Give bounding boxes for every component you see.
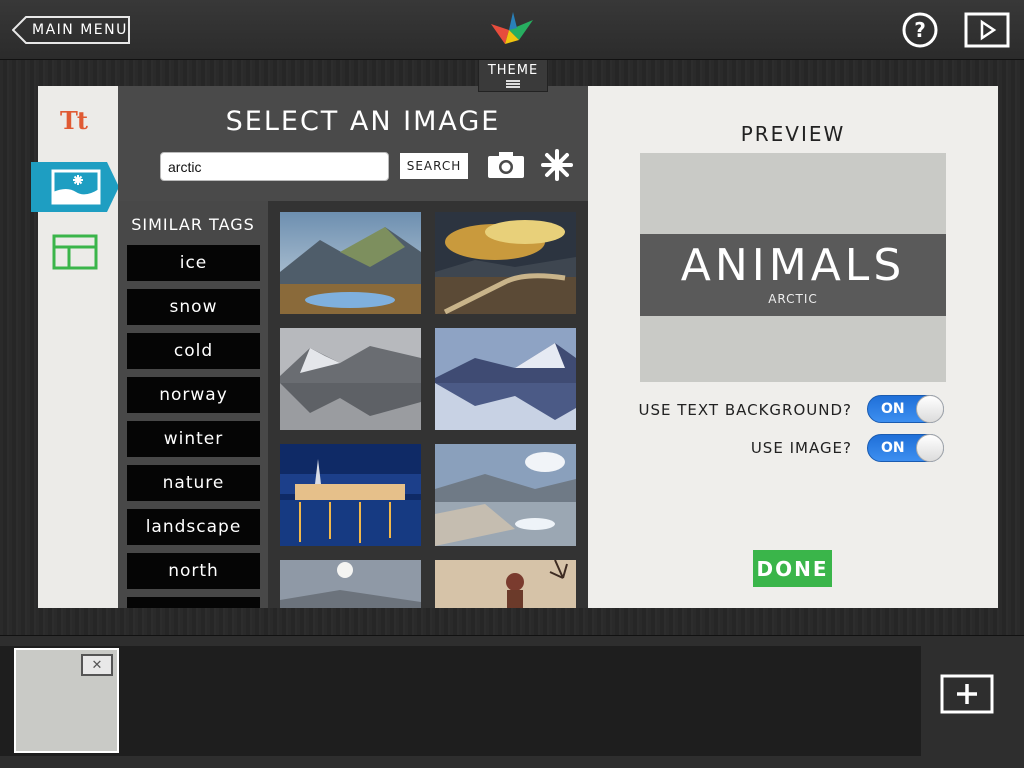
app-logo-icon xyxy=(491,12,533,44)
svg-text:?: ? xyxy=(914,18,926,42)
toggle-knob xyxy=(916,434,944,462)
main-menu-label: MAIN MENU xyxy=(32,22,128,38)
preview-canvas: ANIMALS ARCTIC xyxy=(640,153,946,382)
select-image-panel: SELECT AN IMAGE SEARCH SIMILAR TAGS ice … xyxy=(118,86,588,608)
toggle-knob xyxy=(916,395,944,423)
use-text-background-label: USE TEXT BACKGROUND? xyxy=(638,401,852,419)
page-thumbnail[interactable]: ✕ xyxy=(14,648,119,753)
menu-lines-icon xyxy=(506,80,520,88)
preview-title: ANIMALS xyxy=(680,240,906,291)
tag-landscape[interactable]: landscape xyxy=(127,509,260,545)
preview-subtitle: ARCTIC xyxy=(768,292,818,306)
similar-tags-header: SIMILAR TAGS xyxy=(131,215,255,234)
tag-partial[interactable] xyxy=(127,597,260,608)
use-image-label: USE IMAGE? xyxy=(750,439,852,457)
image-result[interactable] xyxy=(435,212,576,314)
search-input[interactable] xyxy=(160,152,389,181)
top-bar: MAIN MENU ? xyxy=(0,0,1024,60)
search-button[interactable]: SEARCH xyxy=(400,153,468,179)
layout-tool-icon[interactable] xyxy=(52,234,98,270)
toggle-state-label: ON xyxy=(881,401,905,417)
close-icon[interactable]: ✕ xyxy=(81,654,113,676)
sparkle-icon[interactable] xyxy=(540,148,574,182)
tag-cold[interactable]: cold xyxy=(127,333,260,369)
play-icon[interactable] xyxy=(964,12,1010,48)
theme-label: THEME xyxy=(487,63,539,78)
use-text-background-toggle[interactable]: ON xyxy=(867,395,944,423)
tag-ice[interactable]: ice xyxy=(127,245,260,281)
tag-norway[interactable]: norway xyxy=(127,377,260,413)
tag-nature[interactable]: nature xyxy=(127,465,260,501)
tag-winter[interactable]: winter xyxy=(127,421,260,457)
page-track xyxy=(0,646,921,756)
image-result[interactable] xyxy=(435,328,576,430)
image-result[interactable] xyxy=(280,444,421,546)
add-page-icon[interactable] xyxy=(940,674,994,714)
image-result[interactable] xyxy=(280,560,421,608)
camera-icon[interactable] xyxy=(487,151,525,179)
preview-label: PREVIEW xyxy=(740,122,846,146)
image-results-grid xyxy=(268,201,588,608)
image-result[interactable] xyxy=(280,212,421,314)
select-image-title: SELECT AN IMAGE xyxy=(225,106,501,137)
help-icon[interactable]: ? xyxy=(902,12,938,48)
tag-north[interactable]: north xyxy=(127,553,260,589)
done-button[interactable]: DONE xyxy=(753,550,832,587)
preview-text-background: ANIMALS ARCTIC xyxy=(640,234,946,316)
preview-panel: PREVIEW ANIMALS ARCTIC USE TEXT BACKGROU… xyxy=(588,86,998,608)
theme-tab[interactable]: THEME xyxy=(478,60,548,92)
tag-snow[interactable]: snow xyxy=(127,289,260,325)
image-result[interactable] xyxy=(435,560,576,608)
image-result[interactable] xyxy=(280,328,421,430)
toggle-state-label: ON xyxy=(881,440,905,456)
similar-tags-column: SIMILAR TAGS ice snow cold norway winter… xyxy=(118,201,268,608)
image-result[interactable] xyxy=(435,444,576,546)
use-image-toggle[interactable]: ON xyxy=(867,434,944,462)
main-menu-button[interactable]: MAIN MENU xyxy=(12,16,130,44)
image-tool-button[interactable] xyxy=(31,162,119,212)
text-tool-button[interactable]: Tt xyxy=(60,106,88,135)
